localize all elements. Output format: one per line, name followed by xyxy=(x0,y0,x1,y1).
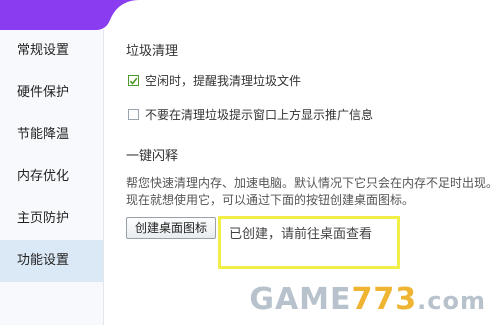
no-promo-option[interactable]: 不要在清理垃圾提示窗口上方显示推广信息 xyxy=(128,106,373,123)
no-promo-label: 不要在清理垃圾提示窗口上方显示推广信息 xyxy=(145,108,374,122)
created-status-text: 已创建，请前往桌面查看 xyxy=(229,227,373,242)
one-click-boost-title: 一键闪释 xyxy=(126,149,179,164)
boost-description-line1: 帮您快速清理内存、加速电脑。默认情况下它只会在内存不足时出现。 xyxy=(126,176,499,190)
purple-header-curve xyxy=(0,0,500,30)
top-header xyxy=(0,0,500,30)
sidebar-item-hardware-protection[interactable]: 硬件保护 xyxy=(0,72,103,114)
idle-reminder-option[interactable]: 空闲时，提醒我清理垃圾文件 xyxy=(128,72,301,89)
sidebar-item-memory-optimization[interactable]: 内存优化 xyxy=(0,156,103,198)
sidebar-item-power-saving[interactable]: 节能降温 xyxy=(0,114,103,156)
main-panel: 垃圾清理 空闲时，提醒我清理垃圾文件 不要在清理垃圾提示窗口上方显示推广信息 一… xyxy=(104,30,500,325)
watermark-com: .com xyxy=(417,287,486,315)
sidebar-item-general-settings[interactable]: 常规设置 xyxy=(0,30,103,72)
checkbox-unchecked[interactable] xyxy=(128,109,139,120)
sidebar: 常规设置 硬件保护 节能降温 内存优化 主页防护 功能设置 xyxy=(0,30,104,325)
sidebar-item-feature-settings[interactable]: 功能设置 xyxy=(0,240,103,282)
checkbox-checked[interactable] xyxy=(128,75,139,86)
watermark-number: 773 xyxy=(351,282,418,317)
watermark-game: GAME xyxy=(249,282,352,317)
game773-watermark: GAME773.com xyxy=(249,282,486,317)
boost-description-line2: 现在就想使用它，可以通过下面的按钮创建桌面图标。 xyxy=(126,193,415,207)
create-desktop-icon-button[interactable]: 创建桌面图标 xyxy=(126,217,216,239)
sidebar-item-homepage-protection[interactable]: 主页防护 xyxy=(0,198,103,240)
junk-cleanup-title: 垃圾清理 xyxy=(126,44,179,59)
idle-reminder-label: 空闲时，提醒我清理垃圾文件 xyxy=(145,74,302,88)
checkmark-icon xyxy=(129,77,138,85)
